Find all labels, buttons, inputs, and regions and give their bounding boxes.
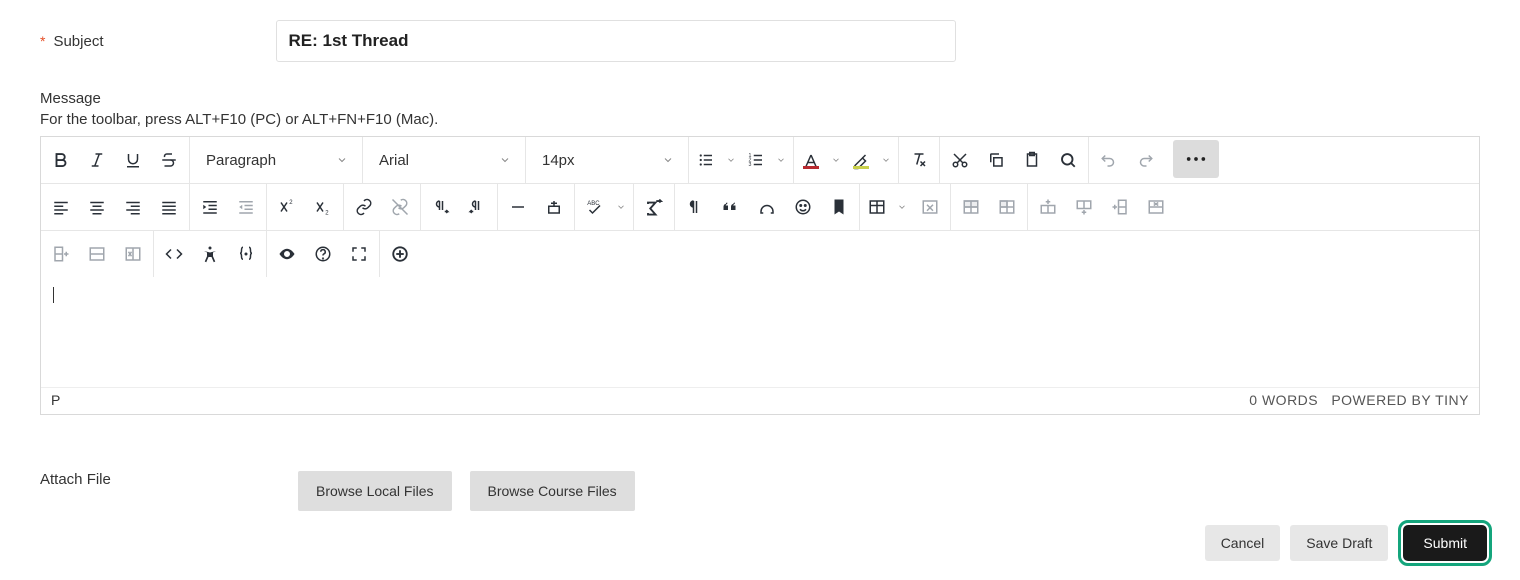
- text-color-button[interactable]: [796, 141, 846, 179]
- subject-input[interactable]: [276, 20, 956, 62]
- powered-by: POWERED BY TINY: [1331, 392, 1469, 408]
- fullscreen-button[interactable]: [341, 235, 377, 273]
- delete-row-button[interactable]: [1138, 188, 1174, 226]
- preview-button[interactable]: [269, 235, 305, 273]
- insert-col-after-button[interactable]: [43, 235, 79, 273]
- more-toolbar-button[interactable]: [1173, 140, 1219, 178]
- table-row-props-button[interactable]: [953, 188, 989, 226]
- undo-button[interactable]: [1091, 141, 1127, 179]
- highlight-color-button[interactable]: [846, 141, 896, 179]
- text-cursor: [53, 287, 54, 303]
- source-code-button[interactable]: [156, 235, 192, 273]
- accessibility-checker-button[interactable]: [192, 235, 228, 273]
- emoji-button[interactable]: [785, 188, 821, 226]
- font-size-value: 14px: [542, 152, 575, 169]
- save-draft-button[interactable]: Save Draft: [1290, 525, 1388, 561]
- bold-button[interactable]: [43, 141, 79, 179]
- outdent-button[interactable]: [228, 188, 264, 226]
- insert-row-after-button[interactable]: [1066, 188, 1102, 226]
- merge-cells-button[interactable]: [79, 235, 115, 273]
- submit-button[interactable]: Submit: [1403, 525, 1487, 561]
- word-count[interactable]: 0 WORDS: [1249, 392, 1318, 408]
- spellcheck-button[interactable]: ABC: [577, 188, 631, 226]
- insert-media-button[interactable]: [536, 188, 572, 226]
- link-button[interactable]: [346, 188, 382, 226]
- font-family-value: Arial: [379, 152, 409, 169]
- svg-text:2: 2: [289, 200, 293, 206]
- italic-button[interactable]: [79, 141, 115, 179]
- clear-formatting-button[interactable]: [901, 141, 937, 179]
- cut-button[interactable]: [942, 141, 978, 179]
- add-content-button[interactable]: [382, 235, 418, 273]
- numbered-list-button[interactable]: 123: [741, 141, 791, 179]
- find-replace-button[interactable]: [1050, 141, 1086, 179]
- rtl-button[interactable]: [459, 188, 495, 226]
- formula-button[interactable]: [636, 188, 672, 226]
- editor-path[interactable]: P: [51, 392, 60, 408]
- superscript-button[interactable]: 2: [269, 188, 305, 226]
- indent-button[interactable]: [192, 188, 228, 226]
- paste-button[interactable]: [1014, 141, 1050, 179]
- insert-row-before-button[interactable]: [1030, 188, 1066, 226]
- underline-button[interactable]: [115, 141, 151, 179]
- align-left-button[interactable]: [43, 188, 79, 226]
- align-justify-button[interactable]: [151, 188, 187, 226]
- subject-label: Subject: [53, 33, 103, 50]
- message-label: Message: [40, 90, 1480, 107]
- svg-text:ABC: ABC: [587, 201, 600, 207]
- browse-course-files-button[interactable]: Browse Course Files: [470, 471, 635, 511]
- hr-button[interactable]: [500, 188, 536, 226]
- submit-highlight: Submit: [1398, 520, 1492, 566]
- subscript-button[interactable]: 2: [305, 188, 341, 226]
- code-sample-button[interactable]: [228, 235, 264, 273]
- strikethrough-button[interactable]: [151, 141, 187, 179]
- attach-file-label: Attach File: [40, 471, 298, 488]
- svg-text:3: 3: [749, 162, 752, 168]
- delete-table-button[interactable]: [912, 188, 948, 226]
- blockquote-button[interactable]: [713, 188, 749, 226]
- redo-button[interactable]: [1127, 141, 1163, 179]
- message-help: For the toolbar, press ALT+F10 (PC) or A…: [40, 111, 1480, 128]
- font-size-select[interactable]: 14px: [528, 141, 686, 179]
- pilcrow-button[interactable]: [677, 188, 713, 226]
- table-cell-props-button[interactable]: [989, 188, 1025, 226]
- anchor-button[interactable]: [821, 188, 857, 226]
- block-format-value: Paragraph: [206, 152, 276, 169]
- table-button[interactable]: [862, 188, 912, 226]
- delete-col-button[interactable]: [115, 235, 151, 273]
- help-button[interactable]: [305, 235, 341, 273]
- unlink-button[interactable]: [382, 188, 418, 226]
- cancel-button[interactable]: Cancel: [1205, 525, 1281, 561]
- special-char-button[interactable]: [749, 188, 785, 226]
- rich-text-editor: Paragraph Arial 14px 123: [40, 136, 1480, 415]
- browse-local-files-button[interactable]: Browse Local Files: [298, 471, 452, 511]
- align-center-button[interactable]: [79, 188, 115, 226]
- bullet-list-button[interactable]: [691, 141, 741, 179]
- svg-text:2: 2: [325, 211, 329, 217]
- font-family-select[interactable]: Arial: [365, 141, 523, 179]
- editor-content-area[interactable]: [41, 277, 1479, 387]
- copy-button[interactable]: [978, 141, 1014, 179]
- align-right-button[interactable]: [115, 188, 151, 226]
- ltr-button[interactable]: [423, 188, 459, 226]
- block-format-select[interactable]: Paragraph: [192, 141, 360, 179]
- required-asterisk: *: [40, 33, 45, 49]
- insert-col-before-button[interactable]: [1102, 188, 1138, 226]
